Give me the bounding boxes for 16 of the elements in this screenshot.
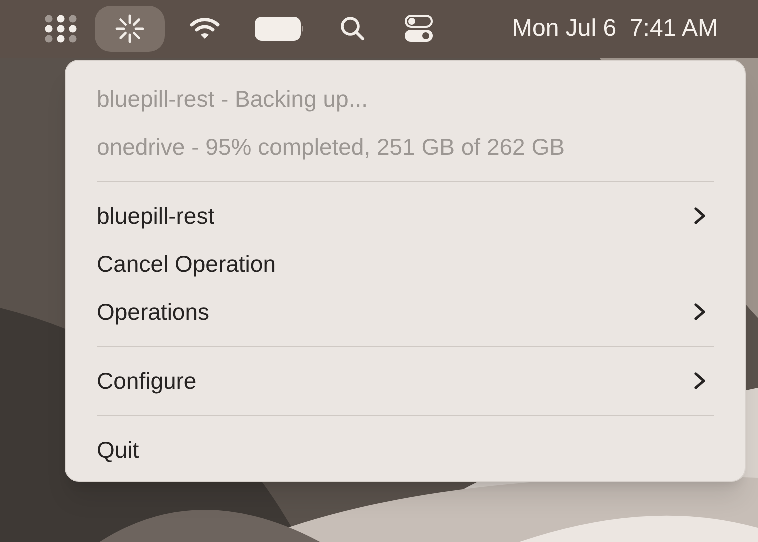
menu-item[interactable]: Quit	[97, 426, 714, 474]
menu-item[interactable]: bluepill-rest	[97, 192, 714, 240]
search-icon	[340, 16, 366, 42]
status-item[interactable]	[95, 6, 165, 52]
chevron-right-icon	[694, 207, 706, 225]
chevron-right-icon	[694, 372, 706, 390]
menu-item[interactable]: Cancel Operation	[97, 240, 714, 288]
clock[interactable]: Mon Jul 6 7:41 AM	[512, 11, 718, 47]
spinner-icon	[115, 14, 145, 44]
battery-icon	[254, 16, 306, 42]
chevron-right-icon	[694, 303, 706, 321]
grid-dots-icon	[44, 14, 78, 44]
wifi-icon	[189, 17, 221, 41]
menu-item[interactable]: Operations	[97, 288, 714, 336]
toggles-icon	[404, 15, 434, 43]
menu-item[interactable]: Configure	[97, 357, 714, 405]
